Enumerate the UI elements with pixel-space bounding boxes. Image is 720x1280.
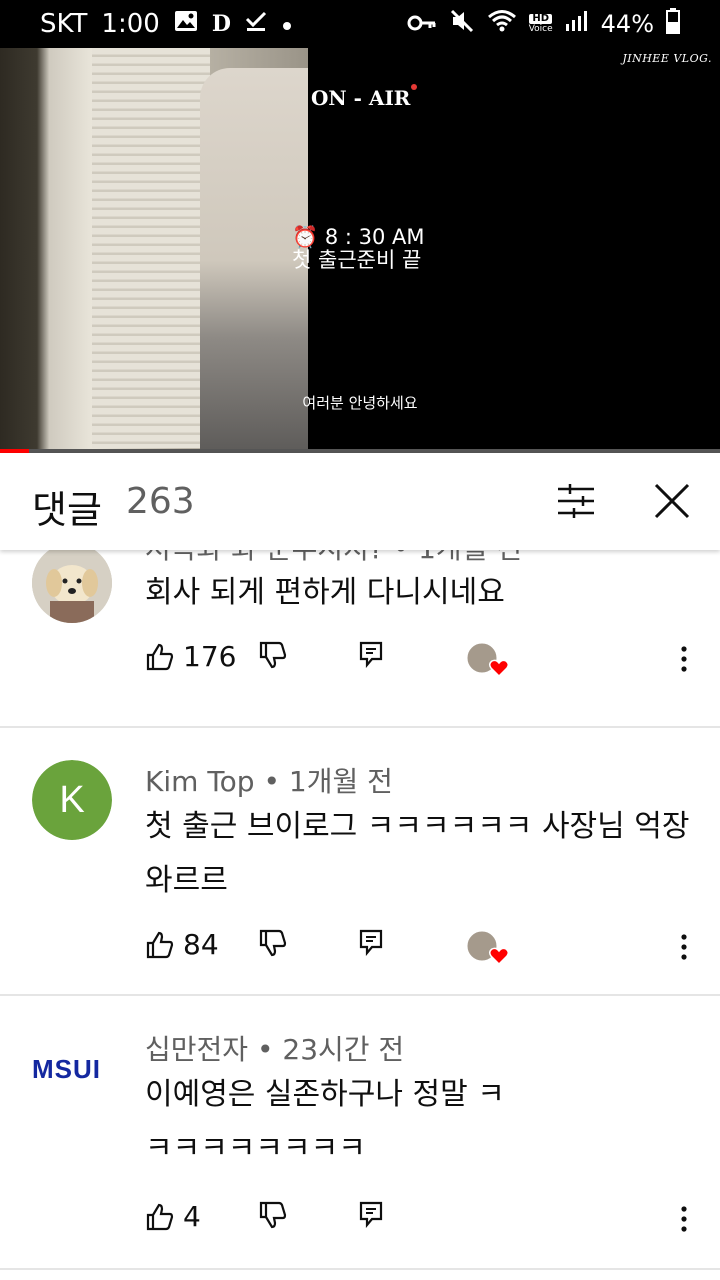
comment-meta: Kim Top • 1개월 전 bbox=[145, 765, 393, 798]
like-count: 176 bbox=[183, 640, 237, 673]
signal-icon bbox=[565, 10, 589, 38]
puppy-avatar[interactable] bbox=[32, 550, 112, 623]
closet-door-image bbox=[92, 48, 210, 448]
reply-icon bbox=[359, 1201, 383, 1228]
comments-count: 263 bbox=[126, 481, 195, 522]
comments-list[interactable]: 저쪽봐 봐 눈부시지? • 1개월 전 회사 되게 편하게 다니시네요 176 bbox=[0, 550, 720, 1280]
d-app-icon: D bbox=[211, 11, 231, 37]
comments-header: 댓글 263 bbox=[0, 453, 720, 550]
on-air-label: ON - AIR bbox=[311, 84, 418, 110]
reply-icon bbox=[359, 641, 383, 668]
dislike-button[interactable] bbox=[258, 928, 288, 958]
comment-item: K Kim Top • 1개월 전 첫 출근 브이로그 ㅋㅋㅋㅋㅋㅋ 사장님 억… bbox=[0, 728, 720, 998]
thumbs-up-icon bbox=[146, 1203, 174, 1230]
comment-actions: 84 bbox=[0, 928, 720, 968]
avatar-k[interactable]: K bbox=[32, 760, 112, 840]
comment-age: 1개월 전 bbox=[418, 550, 522, 565]
dot-icon bbox=[281, 9, 293, 39]
comment-actions: 4 bbox=[0, 1200, 720, 1240]
comment-age: 23시간 전 bbox=[282, 1033, 405, 1066]
sort-filter-icon[interactable] bbox=[556, 481, 596, 521]
carrier-label: SKT bbox=[40, 9, 88, 39]
creator-heart-icon bbox=[466, 930, 510, 966]
like-button[interactable]: 84 bbox=[145, 928, 219, 961]
reply-button[interactable] bbox=[358, 928, 384, 956]
reply-button[interactable] bbox=[358, 1200, 384, 1228]
samsung-logo-avatar[interactable]: MSUI bbox=[32, 1028, 112, 1108]
thumbs-down-icon bbox=[259, 929, 287, 957]
alarm-clock-icon: ⏰ bbox=[292, 225, 319, 249]
battery-icon bbox=[666, 8, 680, 40]
more-options-icon[interactable] bbox=[678, 932, 690, 962]
like-button[interactable]: 4 bbox=[145, 1200, 201, 1233]
comment-author[interactable]: 십만전자 bbox=[145, 1033, 248, 1066]
battery-percent: 44% bbox=[600, 10, 654, 38]
mute-icon bbox=[449, 8, 475, 40]
video-watermark: JINHEE VLOG. bbox=[622, 52, 712, 65]
video-player[interactable]: JINHEE VLOG. ON - AIR ⏰ 8 : 30 AM 첫 출근준비… bbox=[0, 48, 720, 453]
thumbs-down-icon bbox=[259, 1201, 287, 1229]
creator-heart-icon bbox=[466, 642, 510, 678]
comment-actions: 176 bbox=[0, 640, 720, 680]
comment-meta: 저쪽봐 봐 눈부시지? • 1개월 전 bbox=[145, 550, 522, 567]
comment-item: MSUI 십만전자 • 23시간 전 이예영은 실존하구나 정말 ㅋㅋㅋㅋㅋㅋㅋ… bbox=[0, 996, 720, 1280]
comment-divider bbox=[0, 1268, 720, 1270]
comment-item: 저쪽봐 봐 눈부시지? • 1개월 전 회사 되게 편하게 다니시네요 176 bbox=[0, 550, 720, 728]
reply-icon bbox=[359, 929, 383, 956]
red-dot-icon bbox=[411, 84, 418, 90]
video-subtitle: 여러분 안녕하세요 bbox=[302, 394, 418, 412]
close-icon[interactable] bbox=[650, 479, 694, 523]
status-bar: SKT 1:00 D HD Voice 44% bbox=[0, 0, 720, 48]
wifi-icon bbox=[487, 9, 517, 39]
comment-text: 회사 되게 편하게 다니시네요 bbox=[145, 575, 505, 610]
dislike-button[interactable] bbox=[258, 1200, 288, 1230]
like-count: 84 bbox=[183, 928, 219, 961]
comment-author[interactable]: 저쪽봐 봐 눈부시지? bbox=[145, 550, 384, 565]
comment-text: 이예영은 실존하구나 정말 ㅋㅋㅋㅋㅋㅋㅋㅋㅋ bbox=[145, 1077, 505, 1166]
download-check-icon bbox=[245, 9, 267, 39]
clock: 1:00 bbox=[101, 9, 160, 39]
thumbs-up-icon bbox=[146, 931, 174, 958]
more-options-icon[interactable] bbox=[678, 1204, 690, 1234]
thumbs-up-icon bbox=[146, 643, 174, 670]
comments-title: 댓글 bbox=[32, 488, 102, 532]
comment-author[interactable]: Kim Top bbox=[145, 765, 255, 798]
more-options-icon[interactable] bbox=[678, 644, 690, 674]
dislike-button[interactable] bbox=[258, 640, 288, 670]
key-icon bbox=[407, 10, 437, 38]
comment-meta: 십만전자 • 23시간 전 bbox=[145, 1033, 405, 1066]
hd-voice-icon: HD Voice bbox=[528, 13, 553, 35]
gallery-icon bbox=[174, 9, 198, 39]
like-count: 4 bbox=[183, 1200, 201, 1233]
comment-text: 첫 출근 브이로그 ㅋㅋㅋㅋㅋㅋ 사장님 억장 와르르 bbox=[145, 809, 690, 898]
reply-button[interactable] bbox=[358, 640, 384, 668]
thumbs-down-icon bbox=[259, 641, 287, 669]
video-caption: ⏰ 8 : 30 AM 첫 출근준비 끝 bbox=[292, 225, 425, 272]
like-button[interactable]: 176 bbox=[145, 640, 236, 673]
comment-age: 1개월 전 bbox=[288, 765, 393, 798]
